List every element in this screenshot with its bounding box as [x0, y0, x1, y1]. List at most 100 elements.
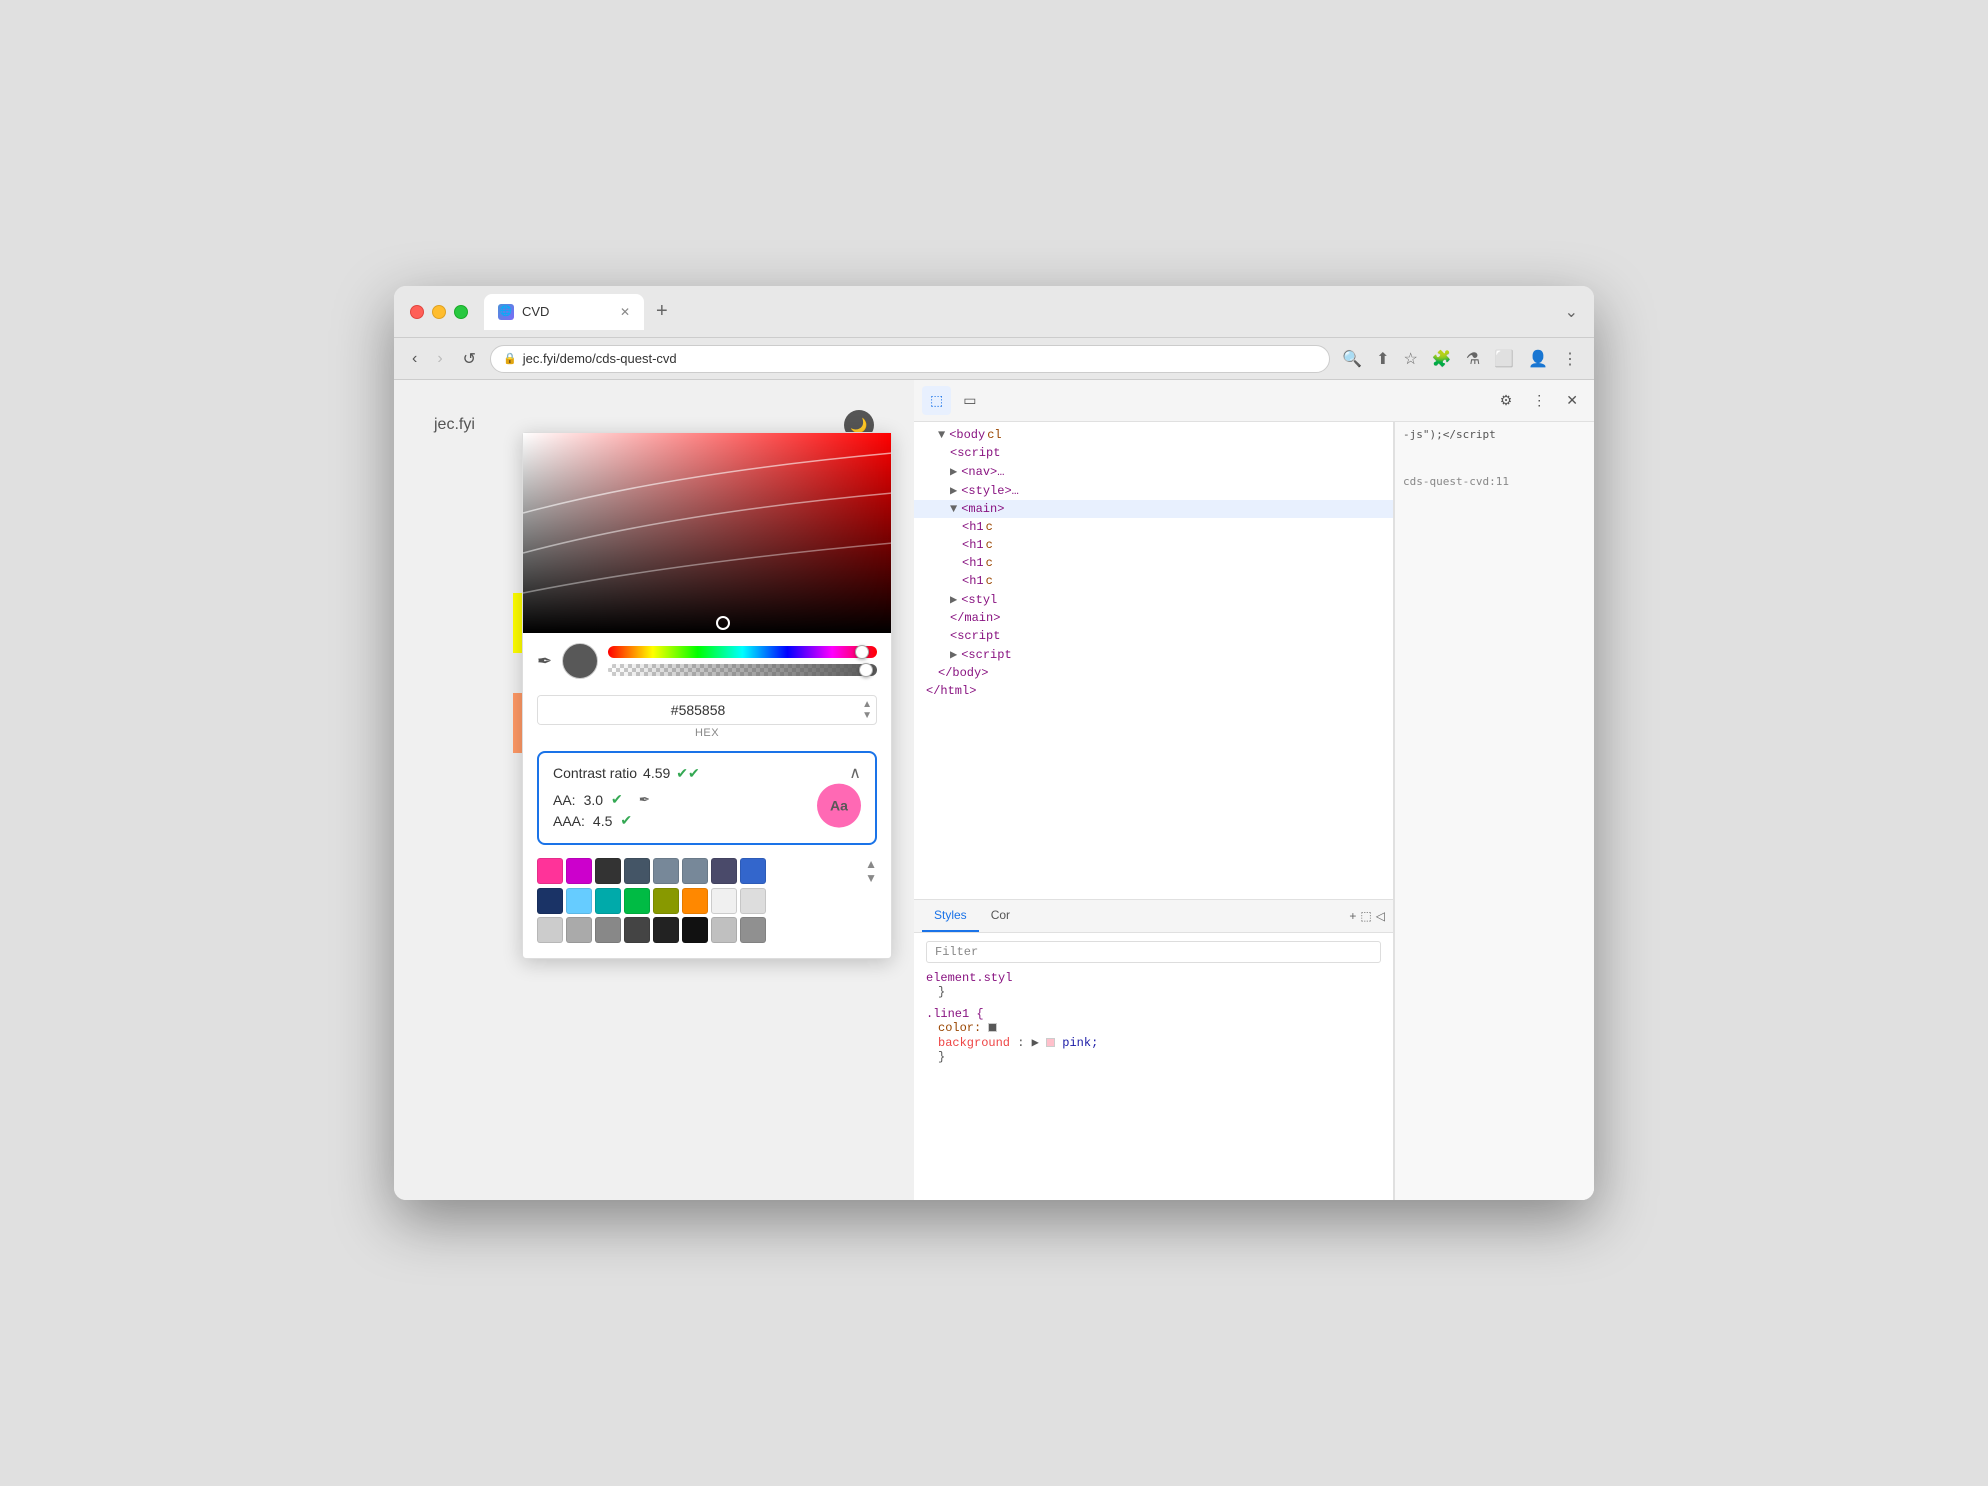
swatches-scroll[interactable]: ▲▼: [865, 857, 877, 885]
tab-styles[interactable]: Styles: [922, 900, 979, 932]
swatches-area: ▲▼: [523, 851, 891, 943]
toggle-icon[interactable]: ▼: [950, 502, 957, 516]
swatch[interactable]: [595, 888, 621, 914]
contrast-aaa-row: AAA: 4.5 ✔: [553, 812, 861, 829]
html-line[interactable]: </main>: [914, 609, 1393, 627]
inspector-tool[interactable]: ⬚: [922, 386, 951, 415]
toggle-icon[interactable]: ▶: [950, 464, 957, 479]
style-tools-icon[interactable]: ⬚: [1360, 909, 1371, 923]
swatch[interactable]: [566, 858, 592, 884]
swatch[interactable]: [653, 888, 679, 914]
close-button[interactable]: [410, 305, 424, 319]
swatch[interactable]: [595, 917, 621, 943]
tab-chevron-icon[interactable]: ⌄: [1565, 302, 1578, 322]
splitscreen-icon[interactable]: ⬜: [1490, 345, 1518, 373]
extensions-icon[interactable]: 🧩: [1428, 345, 1456, 373]
style-arrow-icon[interactable]: ◁: [1376, 909, 1385, 923]
eyedropper-button[interactable]: ✒: [537, 651, 552, 672]
swatch[interactable]: [740, 917, 766, 943]
profile-icon[interactable]: 👤: [1524, 345, 1552, 373]
devtools-extension-icon[interactable]: ⚗: [1462, 345, 1484, 373]
html-line[interactable]: <h1 c: [914, 554, 1393, 572]
toggle-icon[interactable]: ▶: [950, 647, 957, 662]
html-line[interactable]: <h1 c: [914, 536, 1393, 554]
html-line-main[interactable]: ▼ <main>: [914, 500, 1393, 518]
device-tool[interactable]: ▭: [955, 386, 984, 415]
reload-button[interactable]: ↺: [457, 345, 482, 373]
html-line[interactable]: <script: [914, 627, 1393, 645]
html-line[interactable]: ▶ <styl: [914, 590, 1393, 609]
swatch[interactable]: [566, 888, 592, 914]
css-rule: element.styl }: [926, 971, 1381, 999]
color-swatch-large: [562, 643, 598, 679]
swatch[interactable]: [537, 888, 563, 914]
tab-computed[interactable]: Cor: [979, 900, 1022, 932]
hex-input[interactable]: [538, 696, 858, 724]
html-line[interactable]: ▶ <script: [914, 645, 1393, 664]
swatch[interactable]: [682, 888, 708, 914]
new-tab-button[interactable]: +: [648, 300, 676, 323]
swatch[interactable]: [653, 858, 679, 884]
html-line[interactable]: ▶ <nav>…: [914, 462, 1393, 481]
expand-icon[interactable]: ▶: [1032, 1036, 1039, 1050]
address-bar[interactable]: 🔒 jec.fyi/demo/cds-quest-cvd: [490, 345, 1330, 373]
swatch[interactable]: [740, 858, 766, 884]
swatch[interactable]: [624, 858, 650, 884]
swatch[interactable]: [682, 917, 708, 943]
close-devtools-icon[interactable]: ✕: [1558, 386, 1586, 415]
title-bar: 🌐 CVD ✕ + ⌄: [394, 286, 1594, 338]
swatch[interactable]: [653, 917, 679, 943]
settings-icon[interactable]: ⚙: [1492, 386, 1521, 415]
alpha-slider[interactable]: [608, 664, 877, 676]
swatch[interactable]: [711, 888, 737, 914]
elements-panel[interactable]: ▼ <body cl <script ▶ <nav>… ▶: [914, 422, 1393, 900]
share-icon[interactable]: ⬆: [1372, 345, 1393, 373]
html-line[interactable]: <h1 c: [914, 572, 1393, 590]
minimize-button[interactable]: [432, 305, 446, 319]
swatch[interactable]: [711, 858, 737, 884]
bookmark-icon[interactable]: ☆: [1400, 345, 1422, 373]
swatch[interactable]: [624, 917, 650, 943]
filter-bar[interactable]: Filter: [926, 941, 1381, 963]
swatch[interactable]: [682, 858, 708, 884]
tab-close-button[interactable]: ✕: [620, 305, 630, 319]
forward-button[interactable]: ›: [431, 346, 448, 372]
css-selector-line1: .line1 {: [926, 1007, 1381, 1021]
html-line[interactable]: <script: [914, 444, 1393, 462]
swatch[interactable]: [711, 917, 737, 943]
aa-eyedropper[interactable]: ✒: [639, 792, 650, 808]
swatch[interactable]: [566, 917, 592, 943]
toggle-icon[interactable]: ▶: [950, 483, 957, 498]
lock-icon: 🔒: [503, 352, 517, 365]
menu-icon[interactable]: ⋮: [1558, 345, 1582, 373]
more-options-icon[interactable]: ⋮: [1524, 386, 1554, 415]
back-button[interactable]: ‹: [406, 346, 423, 372]
gradient-handle[interactable]: [716, 616, 730, 630]
hue-handle[interactable]: [855, 645, 869, 659]
aaa-check-icon: ✔: [620, 812, 632, 829]
swatch[interactable]: [624, 888, 650, 914]
swatch[interactable]: [740, 888, 766, 914]
alpha-handle[interactable]: [859, 663, 873, 677]
color-swatch-small[interactable]: [988, 1023, 997, 1032]
hue-slider[interactable]: [608, 646, 877, 658]
nav-actions: 🔍 ⬆ ☆ 🧩 ⚗ ⬜ 👤 ⋮: [1338, 345, 1582, 373]
html-line[interactable]: </html>: [914, 682, 1393, 700]
html-line[interactable]: ▶ <style>…: [914, 481, 1393, 500]
swatch[interactable]: [537, 858, 563, 884]
swatch[interactable]: [537, 917, 563, 943]
swatch[interactable]: [595, 858, 621, 884]
html-line[interactable]: <h1 c: [914, 518, 1393, 536]
html-line[interactable]: ▼ <body cl: [914, 426, 1393, 444]
bg-swatch-small[interactable]: [1046, 1038, 1055, 1047]
collapse-icon[interactable]: ∧: [849, 763, 861, 783]
add-style-icon[interactable]: +: [1349, 909, 1356, 923]
html-line[interactable]: </body>: [914, 664, 1393, 682]
toggle-icon[interactable]: ▼: [938, 428, 945, 442]
search-icon[interactable]: 🔍: [1338, 345, 1366, 373]
hex-arrows[interactable]: ▲▼: [858, 697, 876, 723]
color-gradient[interactable]: [523, 433, 891, 633]
maximize-button[interactable]: [454, 305, 468, 319]
toggle-icon[interactable]: ▶: [950, 592, 957, 607]
active-tab[interactable]: 🌐 CVD ✕: [484, 294, 644, 330]
